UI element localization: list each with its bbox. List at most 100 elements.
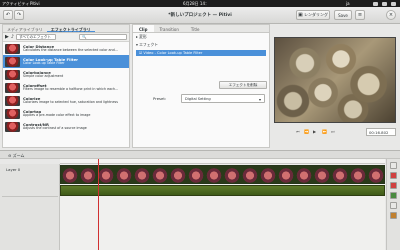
remove-effect-button[interactable]: エフェクトを削除 — [219, 81, 267, 89]
save-label: Save — [338, 12, 348, 18]
audio-clip[interactable] — [60, 185, 385, 196]
zoom-label: ⊖ ズーム — [8, 153, 25, 159]
effect-thumbnail — [5, 82, 20, 93]
video-effects-icon[interactable]: ▶ — [5, 34, 9, 40]
system-tray[interactable] — [356, 1, 396, 6]
effect-thumbnail — [5, 43, 20, 54]
preset-label: Preset: — [153, 96, 167, 101]
transform-section-header[interactable]: ▸ 変形 — [133, 33, 269, 41]
tab-transition[interactable]: Transition — [154, 25, 185, 32]
window-title: *新しいプロジェクト — Pitivi — [168, 13, 232, 18]
timecode-field[interactable]: 00:16.802 — [366, 128, 396, 136]
effect-thumbnail — [5, 121, 20, 132]
tab-media-library[interactable]: メディアライブラリ — [3, 25, 47, 32]
render-label: レンダリング — [304, 12, 328, 17]
render-icon: ▣ — [297, 11, 303, 18]
delete-clip-button[interactable] — [390, 172, 397, 179]
effect-list-item[interactable]: Coloroffset Filters image to resemble a h… — [3, 81, 129, 94]
effect-library-toolbar: ▶ ♪ すべてのエフェクト 🔍 — [3, 33, 129, 42]
go-to-end-icon[interactable]: ⏭ — [331, 129, 335, 135]
play-icon[interactable]: ▶ — [313, 129, 316, 135]
window-headerbar: ↶ ↷ *新しいプロジェクト — Pitivi ▣ レンダリング Save ≡ … — [0, 7, 400, 24]
menu-button[interactable]: ≡ — [355, 10, 365, 20]
preset-value: Digital Setting — [185, 96, 211, 101]
applied-effect-label: Video - Color Look-up Table Filter — [143, 51, 203, 55]
redo-button[interactable]: ↷ — [14, 10, 24, 20]
effect-list: Color Distance Calculates the distance be… — [3, 42, 129, 147]
effect-category-dropdown[interactable]: すべてのエフェクト — [16, 34, 57, 40]
applied-effect-row[interactable]: ☑ Video - Color Look-up Table Filter — [136, 50, 266, 56]
effect-text: Coloroffset Filters image to resemble a h… — [23, 83, 119, 92]
effect-text: Contrast/NR Adjusts the contrast of a sou… — [23, 122, 87, 131]
playhead[interactable] — [98, 159, 99, 250]
effect-description: Simple color adjustment — [23, 73, 64, 78]
effect-search-input[interactable]: 🔍 — [79, 34, 127, 40]
effect-description: Calculates the distance between the sele… — [23, 47, 118, 52]
effect-library-panel: メディアライブラリ エフェクトライブラリ ▶ ♪ すべてのエフェクト 🔍 Col… — [2, 24, 130, 148]
layer-name[interactable]: Layer 0 — [4, 165, 58, 173]
volume-icon — [382, 1, 387, 6]
effect-list-item[interactable]: Contrast/NR Adjusts the contrast of a sou… — [3, 120, 129, 133]
tab-effect-library[interactable]: エフェクトライブラリ — [46, 25, 95, 32]
undo-icon: ↶ — [5, 11, 11, 18]
checkbox-icon[interactable]: ☑ — [139, 51, 142, 55]
undo-button[interactable]: ↶ — [3, 10, 13, 20]
effect-text: Colortap Applies a pre-made color effect … — [23, 109, 91, 118]
input-language-indicator[interactable]: ja — [346, 1, 350, 6]
zoom-icon: ⊖ — [8, 152, 12, 158]
go-to-start-icon[interactable]: ⏮ — [296, 129, 300, 135]
render-button[interactable]: ▣ レンダリング — [296, 10, 330, 20]
effect-text: Colorize Colorizes image to selected hue,… — [23, 96, 118, 105]
network-icon — [373, 1, 378, 6]
effect-thumbnail — [5, 95, 20, 106]
viewer-panel: ⏮ ⏪ ▶ ⏩ ⏭ 00:16.802 — [272, 24, 398, 148]
tab-title[interactable]: Title — [185, 25, 206, 32]
split-clip-button[interactable] — [390, 162, 397, 169]
remove-effect-label: エフェクトを削除 — [228, 82, 258, 87]
forward-icon[interactable]: ⏩ — [322, 129, 327, 135]
effect-thumbnail — [5, 69, 20, 80]
effect-text: Color Look-up Table Filter Color Look-up … — [23, 57, 78, 66]
ungroup-button[interactable] — [390, 182, 397, 189]
layer-row: Layer 0 — [2, 164, 58, 197]
zoom-text: ズーム — [12, 152, 25, 158]
effect-thumbnail — [5, 108, 20, 119]
effect-description: Adjusts the contrast of a source image — [23, 125, 87, 130]
hamburger-icon: ≡ — [357, 11, 363, 18]
preset-dropdown[interactable]: Digital Setting ▾ — [181, 94, 265, 103]
tab-clip[interactable]: Clip — [133, 25, 154, 32]
power-icon — [391, 1, 396, 6]
save-button[interactable]: Save — [334, 10, 352, 20]
effect-list-item[interactable]: Colorbalance Simple color adjustment — [3, 68, 129, 81]
effect-description: Applies a pre-made color effect to image — [23, 112, 91, 117]
effect-list-item[interactable]: Color Distance Calculates the distance be… — [3, 42, 129, 55]
timeline-tracks[interactable] — [60, 164, 385, 250]
align-button[interactable] — [390, 202, 397, 209]
close-window-button[interactable]: × — [386, 10, 396, 20]
search-icon: 🔍 — [82, 35, 87, 39]
system-top-bar: アクティビティ Pitivi 6月28日 14： ja — [0, 0, 400, 7]
rewind-icon[interactable]: ⏪ — [304, 129, 309, 135]
effect-list-item[interactable]: Color Look-up Table Filter Color Look-up … — [3, 55, 129, 68]
effect-thumbnail — [5, 56, 20, 67]
effect-text: Color Distance Calculates the distance be… — [23, 44, 118, 53]
video-preview — [274, 37, 396, 123]
clip-properties-panel: Clip Transition Title ▸ 変形 ▾ エフェクト ☑ Vid… — [132, 24, 270, 148]
video-clip[interactable] — [60, 165, 385, 184]
effect-description: Color Look-up Table Filter — [23, 60, 65, 65]
timecode-value: 00:16.802 — [369, 129, 389, 135]
group-button[interactable] — [390, 192, 397, 199]
timeline-side-toolbar — [386, 159, 400, 250]
effect-description: Colorizes image to selected hue, saturat… — [23, 99, 118, 104]
effect-list-item[interactable]: Colorize Colorizes image to selected hue,… — [3, 94, 129, 107]
effects-section-header[interactable]: ▾ エフェクト — [133, 41, 269, 49]
layer-controls: Layer 0 — [0, 164, 60, 250]
snapshot-button[interactable] — [390, 212, 397, 219]
audio-effects-icon[interactable]: ♪ — [11, 34, 14, 40]
app-menu[interactable]: Pitivi — [30, 1, 40, 6]
effect-text: Colorbalance Simple color adjustment — [23, 70, 64, 79]
effect-category-value: すべてのエフェクト — [19, 34, 52, 39]
chevron-down-icon: ▾ — [258, 97, 261, 102]
effect-description: Filters image to resemble a halftone pri… — [23, 86, 119, 91]
effect-list-item[interactable]: Colortap Applies a pre-made color effect … — [3, 107, 129, 120]
